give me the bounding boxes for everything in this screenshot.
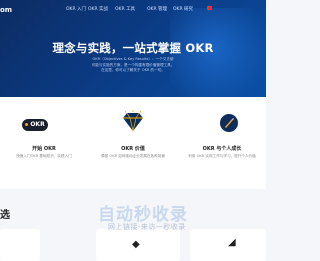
nav-item-okr-practice[interactable]: OKR 实战 bbox=[88, 6, 108, 12]
nav-item-okr-management[interactable]: OKR 管理 bbox=[147, 6, 167, 12]
card-title: 开始 OKR bbox=[32, 146, 56, 152]
nav-item-okr-intro[interactable]: OKR 入门 bbox=[66, 6, 86, 12]
hero-section: om OKR 入门 OKR 实战 OKR 工具 OKR 管理 OKR 研究 理念… bbox=[0, 0, 266, 97]
card-okr-growth[interactable]: OKR 与个人成长 利用 OKR 实现工作与学习，提升个人价值 bbox=[178, 97, 266, 189]
card-description: 利用 OKR 实现工作与学习，提升个人价值 bbox=[188, 154, 256, 158]
content-tile[interactable]: ◆ bbox=[96, 229, 180, 261]
card-start-okr[interactable]: OKR 开始 OKR 快速入门OKR 基础知识，实践入门 bbox=[0, 97, 88, 189]
content-tile[interactable]: ◢ bbox=[190, 229, 266, 261]
feature-cards: OKR 开始 OKR 快速入门OKR 基础知识，实践入门 OKR 价值 像被 O… bbox=[0, 97, 266, 189]
hero-description: OKR（Objectives & Key Results）：一个又去使 可能与实… bbox=[0, 57, 266, 74]
content-tile[interactable] bbox=[0, 229, 40, 261]
hero-text-line: 在这里，你可以了解关于 OKR 的一切。 bbox=[101, 68, 165, 72]
nav-item-okr-tools[interactable]: OKR 工具 bbox=[115, 6, 135, 12]
nav-item-okr-research[interactable]: OKR 研究 bbox=[173, 6, 193, 12]
rocket-icon bbox=[220, 114, 238, 132]
okr-badge-icon: OKR bbox=[22, 119, 48, 131]
arrow-icon: ◆ bbox=[132, 239, 140, 250]
section-title: 选 bbox=[0, 210, 10, 221]
main-nav: OKR 入门 OKR 实战 OKR 工具 OKR 管理 OKR 研究 bbox=[66, 6, 266, 16]
arrow-icon: ◢ bbox=[228, 237, 236, 248]
language-flag-icon[interactable] bbox=[207, 6, 212, 10]
logo[interactable]: om bbox=[0, 6, 12, 14]
diamond-icon bbox=[121, 110, 145, 134]
watermark-subtitle: 网上链接·来访一秒收录 bbox=[108, 223, 186, 231]
card-description: 像被 OKR 如何驱动企业发展在各种场景 bbox=[101, 154, 165, 158]
card-title: OKR 与个人成长 bbox=[202, 146, 242, 152]
card-okr-value[interactable]: OKR 价值 像被 OKR 如何驱动企业发展在各种场景 bbox=[89, 97, 177, 189]
card-title: OKR 价值 bbox=[121, 146, 145, 152]
hero-title: 理念与实践，一站式掌握 OKR bbox=[52, 41, 214, 55]
card-description: 快速入门OKR 基础知识，实践入门 bbox=[16, 154, 72, 158]
